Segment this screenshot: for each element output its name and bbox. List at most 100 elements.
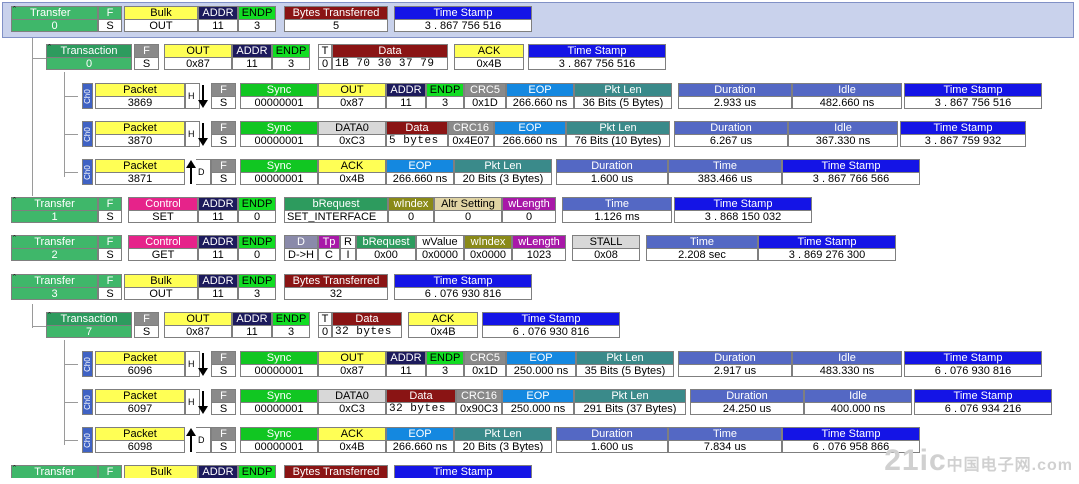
minus-tick-icon[interactable]: ˆ: [13, 6, 22, 15]
transfer-cell[interactable]: Transfer 2 ˆ: [11, 235, 98, 261]
eop-label: EOP: [494, 121, 566, 134]
endp-value: 3: [426, 96, 464, 109]
addr-value: 11: [232, 325, 272, 338]
sync-label: Sync: [240, 121, 318, 134]
minus-tick-icon[interactable]: ˆ: [13, 197, 22, 206]
time-cell: Time 383.466 us: [668, 159, 782, 185]
endp-label: ENDP: [272, 44, 310, 57]
channel-badge: Ch0: [82, 389, 93, 415]
packet-cell: Packet 3870: [95, 121, 185, 147]
frame-cell: F: [98, 465, 122, 478]
wlength-cell: wLength 1023: [512, 235, 566, 261]
data-label: Data: [332, 312, 402, 325]
sync-cell: Sync 00000001: [240, 83, 318, 109]
minus-tick-icon[interactable]: ˆ: [13, 274, 22, 283]
f-label: F: [211, 427, 236, 440]
duration-value: 24.250 us: [690, 402, 804, 415]
addr-value: 11: [198, 210, 238, 223]
pid-cell: OUT 0x87: [164, 312, 232, 338]
duration-cell: Duration 1.600 us: [556, 427, 668, 453]
f-value: S: [211, 172, 236, 185]
minus-tick-icon[interactable]: ˆ: [48, 312, 57, 321]
addr-label: ADDR: [198, 274, 238, 287]
packet-label: Packet: [95, 83, 185, 96]
crc-label: CRC5: [464, 83, 506, 96]
time-cell: Time 1.126 ms: [562, 197, 672, 223]
sync-cell: Sync 00000001: [240, 427, 318, 453]
endp-cell: ENDP 0: [238, 235, 276, 261]
transaction-label: Transaction: [46, 44, 132, 57]
time-cell: Time 7.834 us: [668, 427, 782, 453]
frame-cell: F S: [98, 235, 122, 261]
data-cell[interactable]: Data 1B 70 30 37 79: [332, 44, 448, 70]
timestamp-label: Time Stamp: [528, 44, 666, 57]
type-value: OUT: [124, 287, 198, 300]
idle-label: Idle: [792, 351, 902, 364]
idle-cell: Idle 482.660 ns: [792, 83, 902, 109]
timestamp-label: Time Stamp: [394, 274, 532, 287]
windex-label: wIndex: [464, 235, 512, 248]
tree-line: [64, 72, 65, 177]
tp-label: Tp: [318, 235, 340, 248]
addr-label: ADDR: [386, 83, 426, 96]
timestamp-label: Time Stamp: [782, 427, 920, 440]
tree-line: [64, 364, 78, 365]
direction-cell: D: [196, 427, 211, 453]
data-cell[interactable]: Data 5 bytes: [386, 121, 448, 147]
transfer-cell[interactable]: Transfer 1 ˆ: [11, 197, 98, 223]
direction-letter: H: [188, 129, 195, 139]
timestamp-cell: Time Stamp 3 . 867 756 516: [528, 44, 666, 70]
addr-cell: ADDR 11: [198, 235, 238, 261]
data-cell[interactable]: Data 32 bytes: [386, 389, 456, 415]
crc-value: 0x1D: [464, 96, 506, 109]
windex-cell: wIndex 0: [388, 197, 434, 223]
transfer-cell[interactable]: Transfer 3 ˆ: [11, 274, 98, 300]
bytes-label: Bytes Transferred: [284, 274, 388, 287]
bytes-transferred-cell: Bytes Transferred: [284, 465, 388, 478]
type-value: OUT: [124, 19, 198, 32]
eop-label: EOP: [502, 389, 574, 402]
bytes-transferred-cell: Bytes Transferred 32: [284, 274, 388, 300]
minus-tick-icon[interactable]: ˆ: [48, 44, 57, 53]
transfer-number: 1: [11, 210, 98, 223]
crc-label: CRC16: [448, 121, 494, 134]
f-value: S: [134, 325, 159, 338]
pkt-len-cell: Pkt Len 20 Bits (3 Bytes): [454, 159, 552, 185]
f-label: F: [98, 465, 122, 478]
data-cell[interactable]: Data 32 bytes: [332, 312, 402, 338]
packet-cell: Packet 3869: [95, 83, 185, 109]
eop-cell: EOP 266.660 ns: [386, 427, 454, 453]
pid-value: 0x87: [318, 96, 386, 109]
transfer-cell[interactable]: Transfer 0 ˆ: [11, 6, 98, 32]
transfer-type-cell: Control GET: [128, 235, 198, 261]
idle-value: 483.330 ns: [792, 364, 902, 377]
transfer-cell[interactable]: Transfer ˆ: [11, 465, 98, 478]
altr-setting-cell: Altr Setting 0: [434, 197, 502, 223]
bytes-transferred-cell: Bytes Transferred 5: [284, 6, 388, 32]
transaction-cell[interactable]: Transaction 0 ˆ: [46, 44, 132, 70]
f-value: S: [211, 402, 236, 415]
f-label: F: [211, 351, 236, 364]
f-label: F: [211, 83, 236, 96]
toggle-cell: T 0: [318, 312, 332, 338]
frame-cell: F S: [211, 351, 236, 377]
packet-number: 6096: [95, 364, 185, 377]
transfer-type-cell: Bulk: [124, 465, 198, 478]
type-value: GET: [128, 248, 198, 261]
stall-label: STALL: [572, 235, 640, 248]
sync-label: Sync: [240, 427, 318, 440]
minus-tick-icon[interactable]: ˆ: [13, 235, 22, 244]
watermark: 21ic中国电子网.com: [884, 444, 1073, 477]
frame-cell: F S: [211, 427, 236, 453]
crc-value: 0x1D: [464, 364, 506, 377]
transfer-label: Transfer: [11, 274, 98, 287]
timestamp-label: Time Stamp: [904, 351, 1042, 364]
transaction-cell[interactable]: Transaction 7 ˆ: [46, 312, 132, 338]
tree-line: [64, 340, 65, 445]
frame-cell: F S: [211, 389, 236, 415]
duration-value: 1.600 us: [556, 172, 668, 185]
type-label: Control: [128, 235, 198, 248]
packet-label: Packet: [95, 121, 185, 134]
f-value: S: [98, 287, 122, 300]
minus-tick-icon[interactable]: ˆ: [13, 465, 22, 474]
